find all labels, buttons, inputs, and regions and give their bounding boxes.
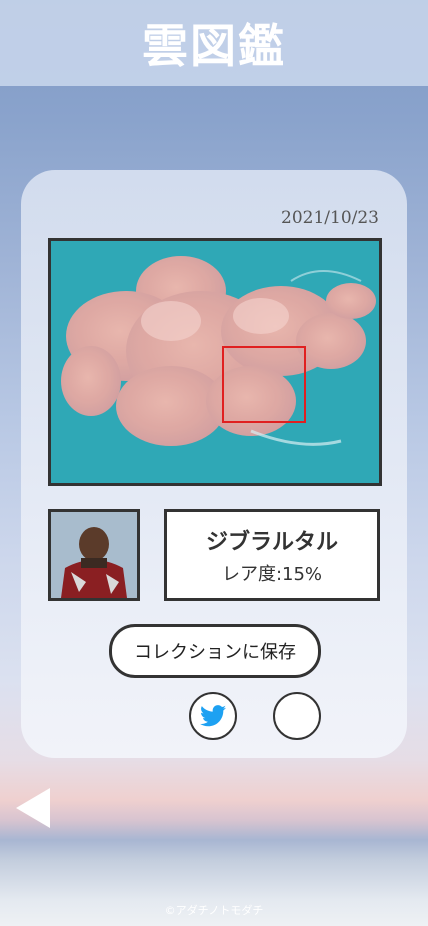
capture-date: 2021/10/23	[281, 208, 379, 228]
match-name: ジブラルタル	[205, 530, 338, 555]
back-arrow-icon[interactable]	[16, 788, 50, 828]
twitter-share-button[interactable]	[189, 692, 237, 740]
match-rarity: レア度:15%	[221, 564, 323, 585]
app-title: 雲図鑑	[142, 19, 286, 73]
cloud-photo-image	[51, 241, 379, 483]
result-card: 2021/10/23 ジブラルタル レア度:15% コレクションに保存	[21, 170, 407, 758]
app-header: 雲図鑑	[0, 0, 428, 86]
match-thumbnail	[48, 509, 140, 601]
cloud-photo	[48, 238, 382, 486]
save-to-collection-button[interactable]: コレクションに保存	[109, 624, 321, 678]
share-button[interactable]	[273, 692, 321, 740]
match-info-box: ジブラルタル レア度:15%	[164, 509, 380, 601]
character-avatar	[51, 512, 137, 598]
twitter-icon	[200, 705, 226, 727]
copyright-text: ©アダチノトモダチ	[164, 904, 264, 917]
